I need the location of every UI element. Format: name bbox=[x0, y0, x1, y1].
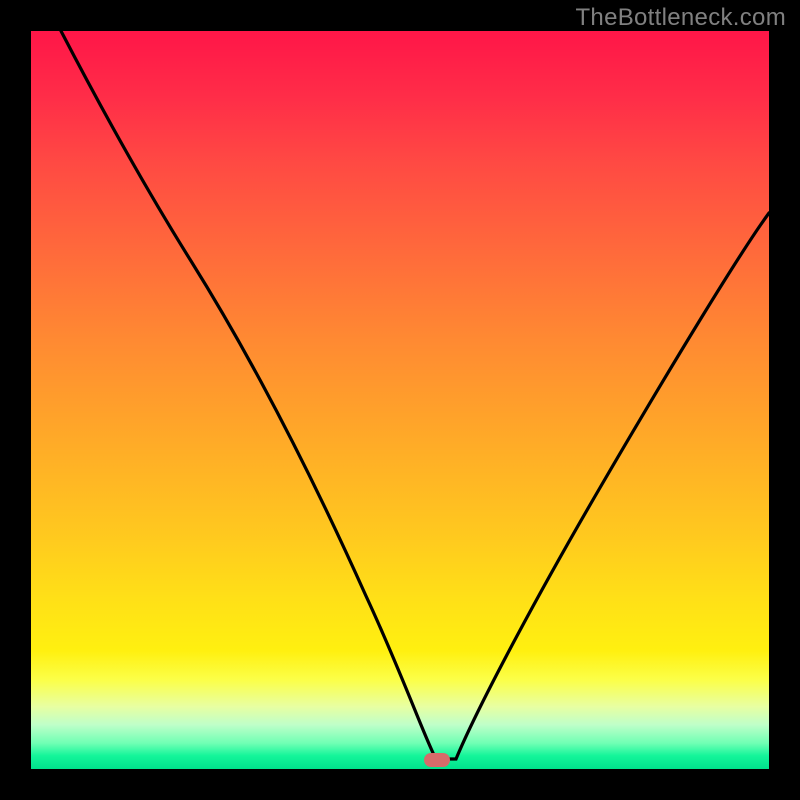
watermark-text: TheBottleneck.com bbox=[575, 4, 786, 32]
optimum-marker bbox=[424, 753, 450, 767]
chart-frame: TheBottleneck.com bbox=[0, 0, 800, 800]
bottleneck-curve-path bbox=[61, 31, 769, 759]
plot-area bbox=[31, 31, 769, 769]
bottleneck-curve bbox=[31, 31, 769, 769]
